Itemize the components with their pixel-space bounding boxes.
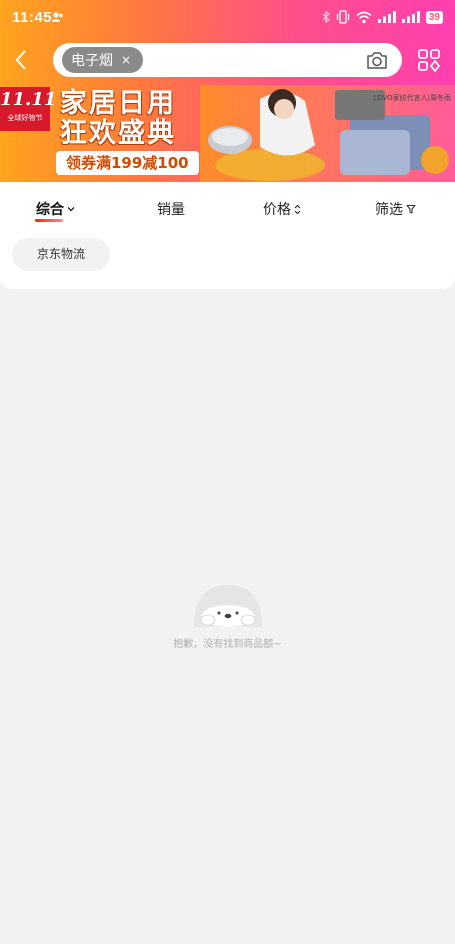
banner-title-line1: 家居日用 [60, 88, 176, 119]
empty-message: 抱歉，没有找到商品额~ [173, 639, 282, 650]
banner-coupon[interactable]: 领券满199减100 [56, 151, 199, 175]
signal-icon [377, 11, 396, 23]
camera-icon[interactable] [366, 50, 388, 70]
bluetooth-icon [322, 11, 330, 23]
tab-price-label: 价格 [263, 202, 291, 218]
promo-banner[interactable]: 11.11 全球好物节 家居日用 狂欢盛典 领券满199减100 LOVO家纺代… [0, 85, 455, 182]
banner-title: 家居日用 狂欢盛典 [60, 89, 176, 149]
tab-comprehensive-label: 综合 [36, 202, 64, 218]
banner-brand-note: LOVO家纺代言人|周冬雨 [373, 94, 451, 102]
double11-logo: 11.11 全球好物节 [0, 87, 57, 131]
tab-filter-label: 筛选 [375, 202, 403, 218]
filter-tag-jd-logistics[interactable]: 京东物流 [12, 238, 110, 271]
status-bar: 11:45 39 [0, 0, 455, 34]
user-status-icon [52, 12, 63, 22]
filter-icon [406, 204, 416, 214]
status-icons: 39 [322, 9, 443, 25]
battery-level: 39 [425, 10, 443, 24]
header: 11:45 39 电子烟 × 11.11 全球好物节 家居日用 狂欢盛典 领券满… [0, 0, 455, 182]
signal-icon-2 [401, 11, 420, 23]
tab-sales-label: 销量 [157, 202, 185, 218]
double11-logo-text: 11.11 [0, 89, 57, 110]
search-input[interactable]: 电子烟 × [53, 43, 402, 77]
search-keyword-label: 电子烟 [71, 53, 113, 69]
active-tab-indicator [35, 219, 63, 222]
wifi-icon [356, 11, 372, 23]
tab-filter[interactable]: 筛选 [375, 199, 416, 219]
grid-view-icon[interactable] [417, 48, 441, 72]
banner-title-line2: 狂欢盛典 [60, 118, 176, 149]
sort-filter-panel: 综合 销量 价格 筛选 京东物流 [0, 182, 455, 289]
search-keyword-chip[interactable]: 电子烟 × [62, 47, 144, 73]
chevron-down-icon [67, 207, 75, 212]
tab-sales[interactable]: 销量 [157, 199, 185, 219]
search-nav: 电子烟 × [0, 42, 455, 78]
sort-arrows-icon [294, 204, 301, 214]
status-time: 11:45 [12, 9, 53, 26]
tab-price[interactable]: 价格 [263, 199, 301, 219]
tab-comprehensive[interactable]: 综合 [36, 199, 75, 219]
empty-mascot-icon [193, 585, 262, 627]
back-icon[interactable] [10, 48, 34, 72]
vibrate-icon [336, 10, 350, 24]
empty-state: 抱歉，没有找到商品额~ [0, 583, 455, 650]
double11-logo-subtext: 全球好物节 [7, 114, 43, 122]
close-icon[interactable]: × [121, 53, 131, 67]
